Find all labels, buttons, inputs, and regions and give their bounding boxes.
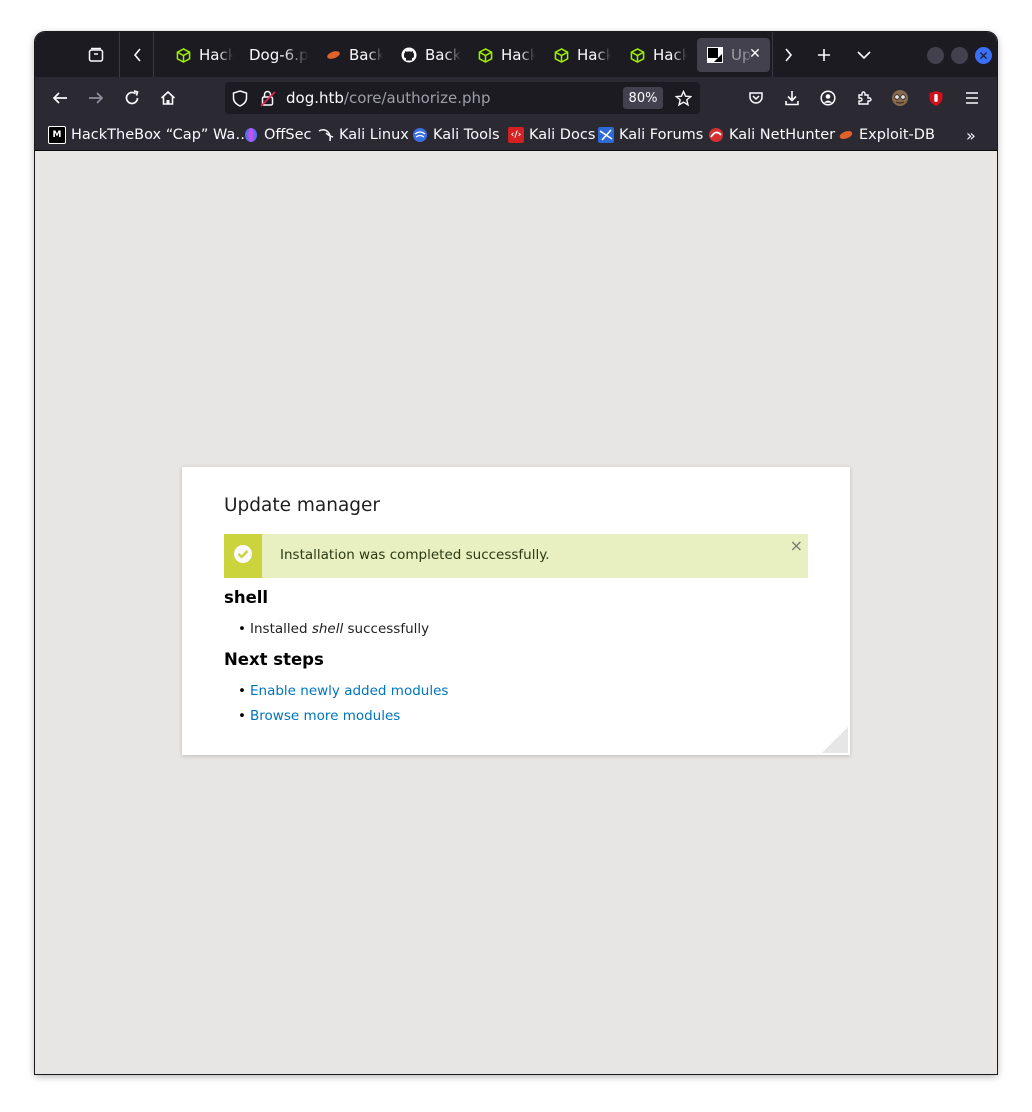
backdrop-drop-icon — [707, 47, 723, 63]
bookmark-label: Kali Linux — [339, 127, 409, 143]
zoom-level-badge[interactable]: 80% — [623, 87, 663, 109]
dismiss-message-button[interactable]: × — [790, 536, 803, 555]
account-icon[interactable] — [813, 83, 843, 113]
bookmark-label: Kali NetHunter — [729, 127, 836, 143]
tab-label: Hack — [653, 46, 687, 64]
offsec-icon — [243, 127, 259, 143]
url-path: /core/authorize.php — [343, 89, 491, 107]
medium-icon: M — [48, 126, 66, 144]
list-item-text: Installed — [250, 621, 312, 637]
tab-label: Hack — [577, 46, 611, 64]
bookmark-label: HackTheBox “Cap” Wa… — [71, 127, 250, 143]
forward-arrow-icon[interactable] — [81, 83, 111, 113]
status-message-text: Installation was completed successfully. — [280, 547, 550, 563]
url-bar[interactable]: dog.htb/core/authorize.php 80% — [225, 82, 700, 114]
tab-label: Hack — [199, 46, 233, 64]
status-message: Installation was completed successfully.… — [224, 534, 808, 578]
kali-dragon-icon — [318, 127, 334, 143]
menu-hamburger-icon[interactable] — [957, 83, 987, 113]
reload-icon[interactable] — [117, 83, 147, 113]
insecure-lock-icon[interactable] — [259, 89, 277, 107]
list-item: Enable newly added modules — [238, 683, 448, 699]
tab-4[interactable]: Hack — [467, 38, 535, 72]
update-manager-card: Update manager Installation was complete… — [182, 467, 850, 755]
tab-0[interactable]: Hack — [165, 38, 233, 72]
browse-modules-link[interactable]: Browse more modules — [250, 708, 400, 724]
pocket-icon[interactable] — [741, 83, 771, 113]
project-name: shell — [311, 621, 344, 637]
extensions-icon[interactable] — [849, 83, 879, 113]
tab-1[interactable]: Dog-6.p — [239, 38, 309, 72]
tab-label: Dog-6.p — [249, 46, 309, 64]
tab-label: Back — [349, 46, 383, 64]
tab-strip: Hack Dog-6.p Back Back Hack Hack Hack Up… — [35, 32, 997, 77]
status-stripe — [224, 534, 262, 578]
bookmark-item[interactable]: Kali Linux — [318, 125, 409, 145]
tab-7-active[interactable]: Up ✕ — [697, 38, 770, 72]
browser-window: Hack Dog-6.p Back Back Hack Hack Hack Up… — [35, 32, 997, 1074]
backdrop-icon — [325, 47, 341, 63]
bookmark-item[interactable]: Kali Forums — [598, 125, 703, 145]
enable-modules-link[interactable]: Enable newly added modules — [250, 683, 448, 699]
tabs-scroll-left-icon[interactable] — [123, 40, 153, 70]
downloads-icon[interactable] — [777, 83, 807, 113]
list-item-text: successfully — [343, 621, 430, 637]
maximize-button[interactable] — [951, 47, 968, 64]
page-content: Update manager Installation was complete… — [35, 151, 997, 1074]
close-window-button[interactable]: ✕ — [975, 47, 992, 64]
list-all-tabs-icon[interactable] — [849, 40, 879, 70]
firefox-view-icon[interactable] — [81, 40, 111, 70]
tabs-scroll-right-icon[interactable] — [773, 40, 803, 70]
tab-3[interactable]: Back — [391, 38, 461, 72]
home-icon[interactable] — [153, 83, 183, 113]
bookmark-item[interactable]: Kali NetHunter — [708, 125, 835, 145]
bookmark-label: OffSec — [264, 127, 312, 143]
list-item: Installed shell successfully — [238, 621, 430, 637]
bookmark-item[interactable]: Kali Tools — [412, 125, 500, 145]
next-steps-heading: Next steps — [224, 650, 324, 669]
bookmark-label: Exploit-DB — [859, 127, 935, 143]
tab-6[interactable]: Hack — [619, 38, 687, 72]
htb-cube-icon — [629, 47, 645, 63]
tracking-shield-icon[interactable] — [231, 89, 249, 107]
minimize-button[interactable] — [927, 47, 944, 64]
extension-avatar-icon[interactable] — [885, 83, 915, 113]
tab-label: Back — [425, 46, 461, 64]
page-title: Update manager — [224, 495, 381, 516]
bookmark-star-icon[interactable] — [674, 89, 692, 107]
bookmark-label: Kali Forums — [619, 127, 704, 143]
page-curl-decoration — [822, 727, 848, 753]
kali-docs-icon: ‹/› — [508, 127, 524, 143]
navigation-toolbar: dog.htb/core/authorize.php 80% — [35, 77, 997, 119]
tab-2[interactable]: Back — [315, 38, 383, 72]
kali-tools-icon — [412, 127, 428, 143]
htb-cube-icon — [553, 47, 569, 63]
htb-cube-icon — [477, 47, 493, 63]
ublock-icon[interactable] — [921, 83, 951, 113]
bookmarks-toolbar: M HackTheBox “Cap” Wa… OffSec Kali Linux… — [35, 119, 997, 151]
bookmarks-overflow-icon[interactable]: » — [966, 125, 976, 145]
bookmark-label: Kali Tools — [433, 127, 500, 143]
github-icon — [401, 47, 417, 63]
success-check-icon — [233, 544, 253, 568]
htb-cube-icon — [175, 47, 191, 63]
nethunter-icon — [708, 127, 724, 143]
kali-forums-icon — [598, 127, 614, 143]
exploitdb-icon — [838, 127, 854, 143]
tab-5[interactable]: Hack — [543, 38, 611, 72]
bookmark-label: Kali Docs — [529, 127, 596, 143]
bookmark-item[interactable]: ‹/› Kali Docs — [508, 125, 595, 145]
list-item: Browse more modules — [238, 708, 400, 724]
bookmark-item[interactable]: Exploit-DB — [838, 125, 935, 145]
tab-label: Hack — [501, 46, 535, 64]
url-text: dog.htb/core/authorize.php — [286, 89, 491, 107]
tab-close-icon[interactable]: ✕ — [746, 45, 764, 63]
project-heading: shell — [224, 588, 269, 607]
new-tab-icon[interactable] — [809, 40, 839, 70]
back-arrow-icon[interactable] — [45, 83, 75, 113]
url-host: dog.htb — [286, 89, 344, 107]
bookmark-item[interactable]: OffSec — [243, 125, 312, 145]
bookmark-item[interactable]: M HackTheBox “Cap” Wa… — [48, 125, 250, 145]
